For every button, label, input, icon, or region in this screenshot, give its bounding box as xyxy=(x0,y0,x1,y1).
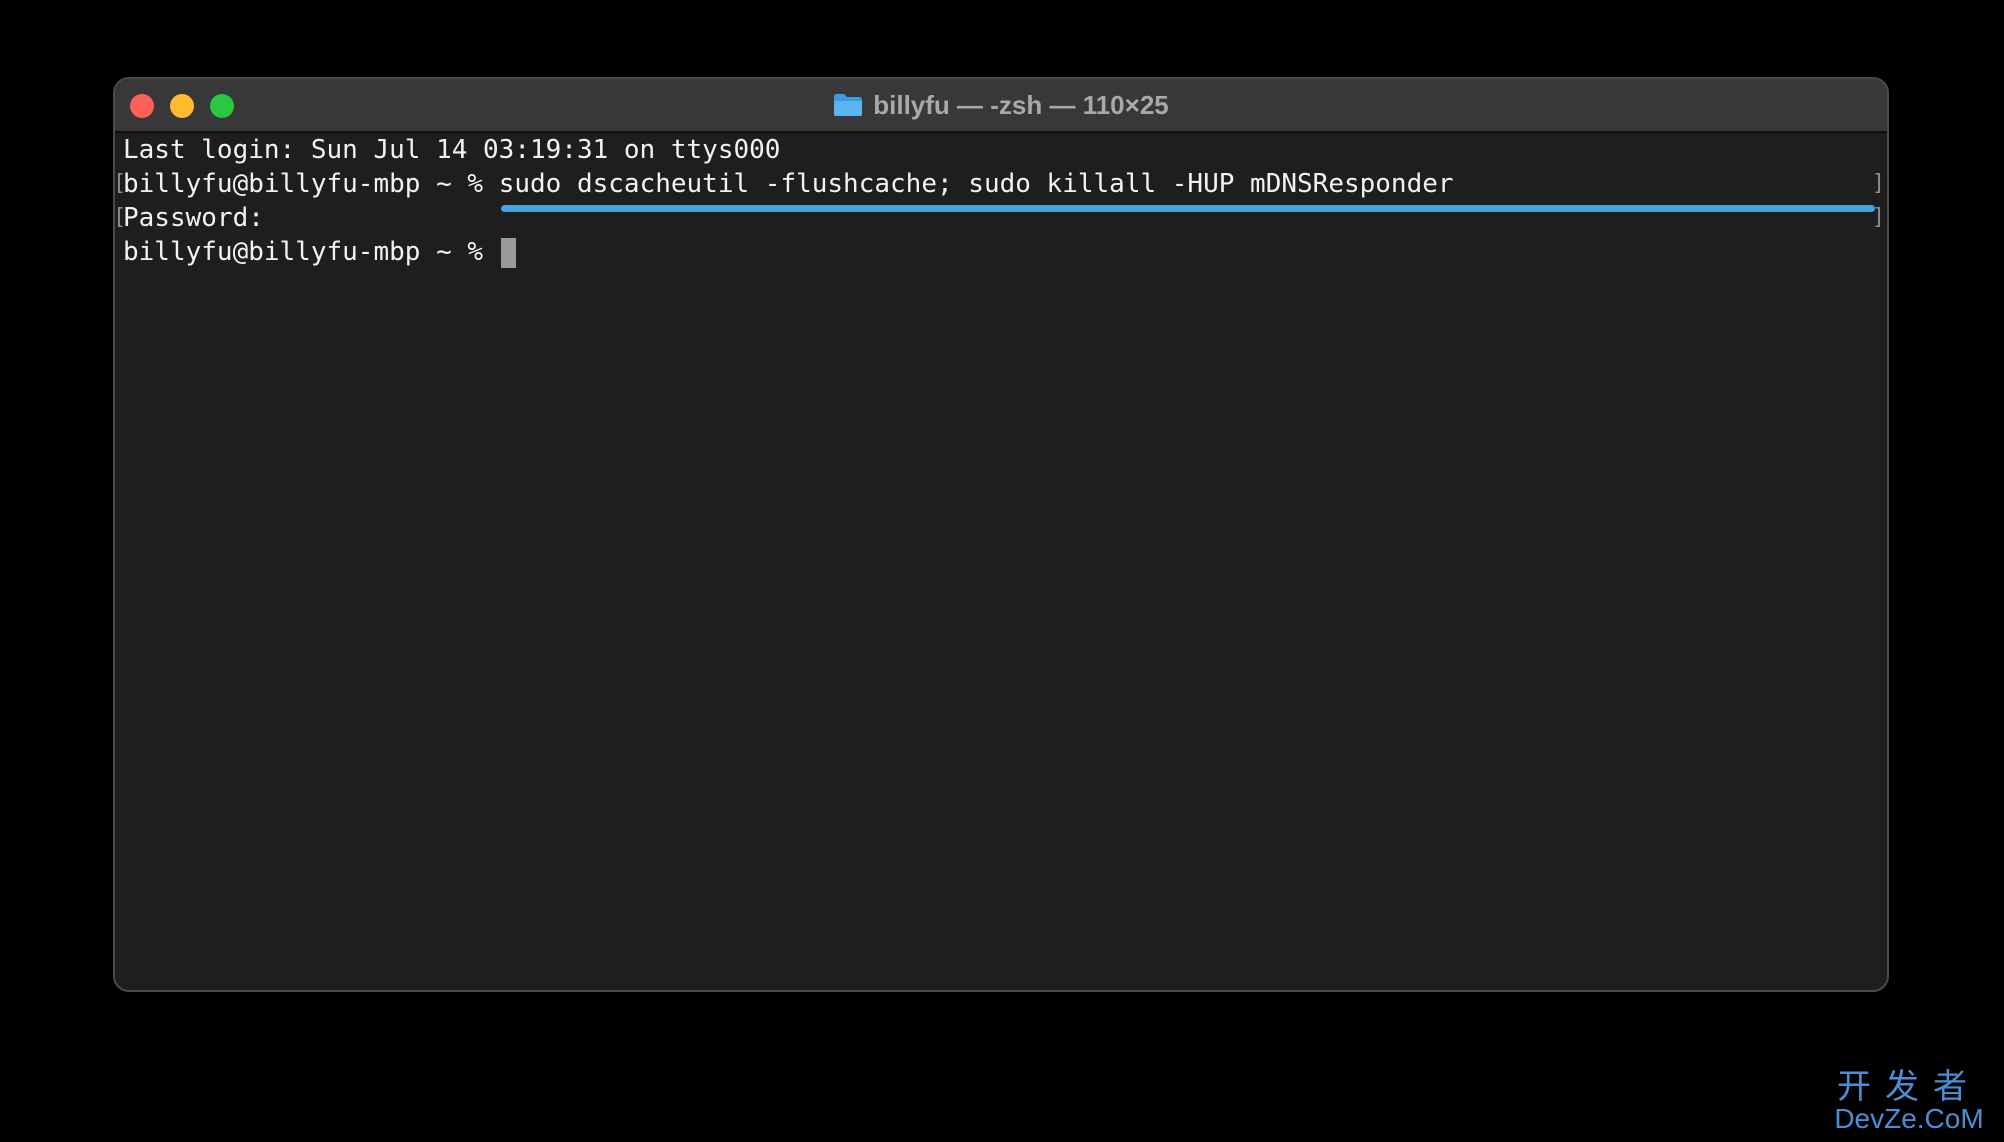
folder-icon xyxy=(833,93,863,117)
last-login-line: Last login: Sun Jul 14 03:19:31 on ttys0… xyxy=(123,135,781,165)
terminal-window: billyfu — -zsh — 110×25 Last login: Sun … xyxy=(113,77,1889,992)
window-title-container: billyfu — -zsh — 110×25 xyxy=(115,79,1887,131)
command-highlight-underline xyxy=(501,205,1875,212)
mark-right-bracket: ] xyxy=(1871,205,1885,230)
command-line: billyfu@billyfu-mbp ~ % sudo dscacheutil… xyxy=(123,167,1454,201)
watermark-domain-text: DevZe.CoM xyxy=(1834,1103,1984,1134)
site-watermark: 开发者 DevZe.CoM xyxy=(1824,1070,1994,1134)
flush-dns-command: sudo dscacheutil -flushcache; sudo killa… xyxy=(498,169,1454,199)
password-line: Password: xyxy=(123,203,264,233)
mark-right-bracket: ] xyxy=(1871,171,1885,196)
current-prompt-line[interactable]: billyfu@billyfu-mbp ~ % xyxy=(123,235,516,269)
watermark-chinese-text: 开发者 xyxy=(1837,1068,1981,1106)
shell-prompt: billyfu@billyfu-mbp ~ % xyxy=(123,169,499,199)
text-cursor xyxy=(500,237,516,268)
window-title: billyfu — -zsh — 110×25 xyxy=(873,89,1169,120)
shell-prompt: billyfu@billyfu-mbp ~ % xyxy=(123,237,499,267)
title-bar[interactable]: billyfu — -zsh — 110×25 xyxy=(115,79,1887,133)
terminal-content[interactable]: Last login: Sun Jul 14 03:19:31 on ttys0… xyxy=(115,133,1887,990)
